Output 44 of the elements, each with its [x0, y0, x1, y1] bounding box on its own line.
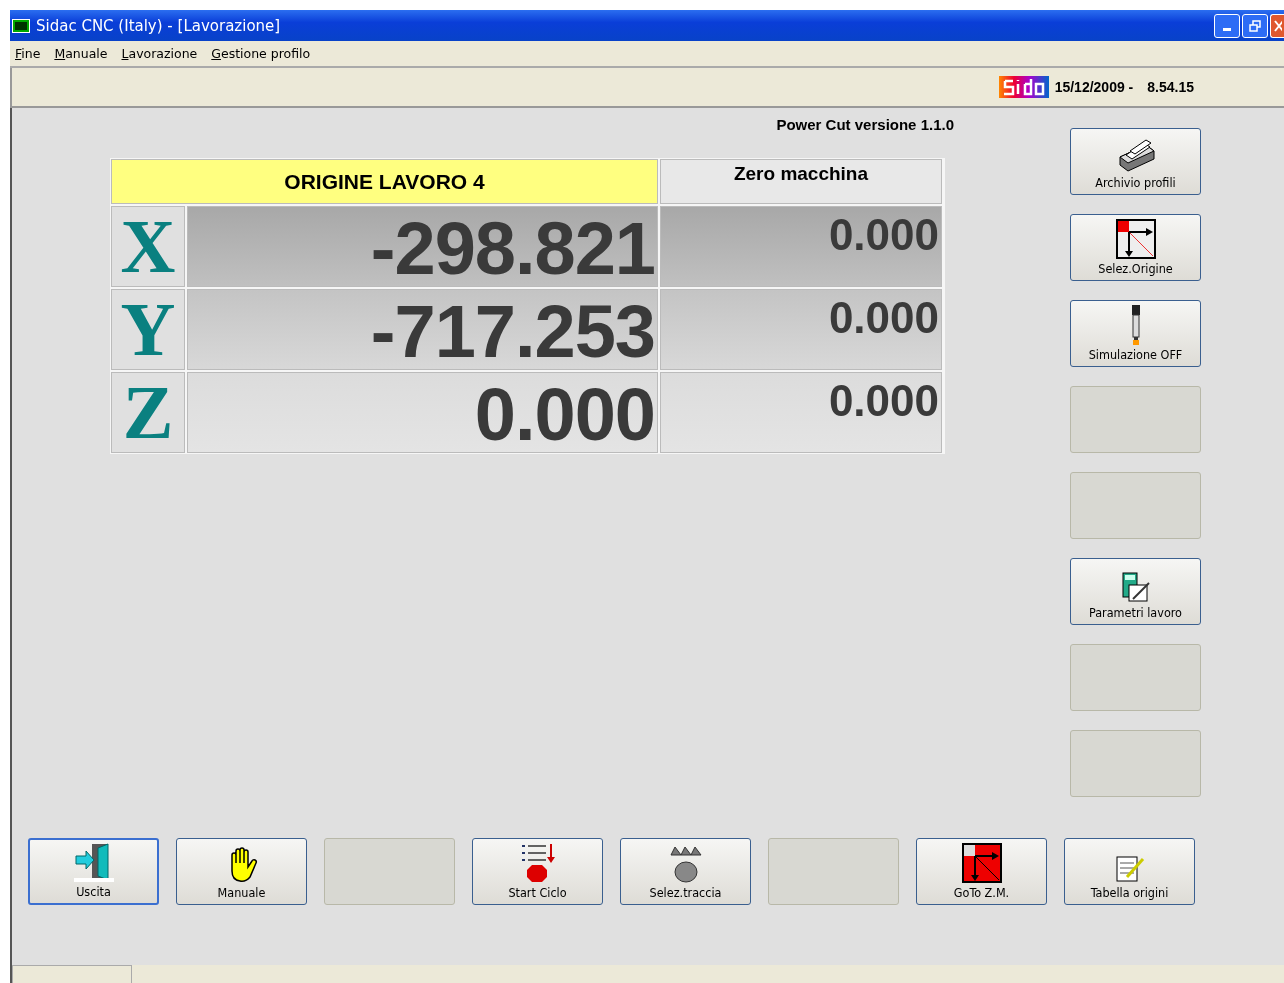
axis-label: X [111, 206, 185, 287]
table-header: ORIGINE LAVORO 4 [111, 159, 658, 204]
origin-select-icon [1115, 219, 1156, 259]
coordinate-value: -717.253 [187, 289, 658, 370]
toolbar-button[interactable]: Selez.Origine [1070, 214, 1201, 281]
close-button[interactable] [1270, 13, 1284, 38]
toolbar-button[interactable]: Uscita [28, 838, 159, 905]
menu-item[interactable]: Gestione profilo [211, 46, 311, 61]
table-header: Zero macchina [660, 159, 942, 204]
toolbar-button[interactable]: Archivio profili [1070, 128, 1201, 195]
toolbar-button[interactable]: Selez.traccia [620, 838, 751, 905]
close-icon [1273, 19, 1282, 32]
table-edit-icon [1114, 853, 1145, 883]
toolbar-button[interactable]: Start Ciclo [472, 838, 603, 905]
toolbar-button[interactable]: Parametri lavoro [1070, 558, 1201, 625]
version-text: Power Cut versione 1.1.0 [775, 116, 955, 135]
menu-item[interactable]: Fine [15, 46, 41, 61]
coordinate-value: -298.821 [187, 206, 658, 287]
toolbar-button[interactable]: Tabella origini [1064, 838, 1195, 905]
coordinate-value: 0.000 [187, 372, 658, 453]
app-icon [12, 18, 30, 33]
machine-value: 0.000 [660, 289, 942, 370]
axis-label: Z [111, 372, 185, 453]
toolbar-button[interactable]: GoTo Z.M. [916, 838, 1047, 905]
list-stop-icon [519, 843, 556, 883]
date-text: 15/12/2009 - [1054, 79, 1134, 95]
track-select-icon [668, 845, 703, 883]
machine-value: 0.000 [660, 372, 942, 453]
minimize-button[interactable] [1214, 13, 1240, 38]
minimize-icon [1223, 28, 1231, 31]
logo-icon [998, 76, 1049, 98]
toolbar-button[interactable]: Simulazione OFF [1070, 300, 1201, 367]
toolbar-button[interactable]: Manuale [176, 838, 307, 905]
menu-item[interactable]: Lavorazione [121, 46, 198, 61]
machine-value: 0.000 [660, 206, 942, 287]
calculator-pen-icon [1120, 571, 1151, 603]
goto-zero-icon [961, 843, 1002, 883]
exit-door-icon [73, 842, 114, 882]
restore-icon [1249, 19, 1261, 32]
window-title: Sidac CNC (Italy) - [Lavorazione] [36, 16, 281, 35]
restore-button[interactable] [1242, 13, 1268, 38]
time-text: 8.54.15 [1147, 79, 1194, 95]
axis-label: Y [111, 289, 185, 370]
menu-item[interactable]: Manuale [54, 46, 108, 61]
